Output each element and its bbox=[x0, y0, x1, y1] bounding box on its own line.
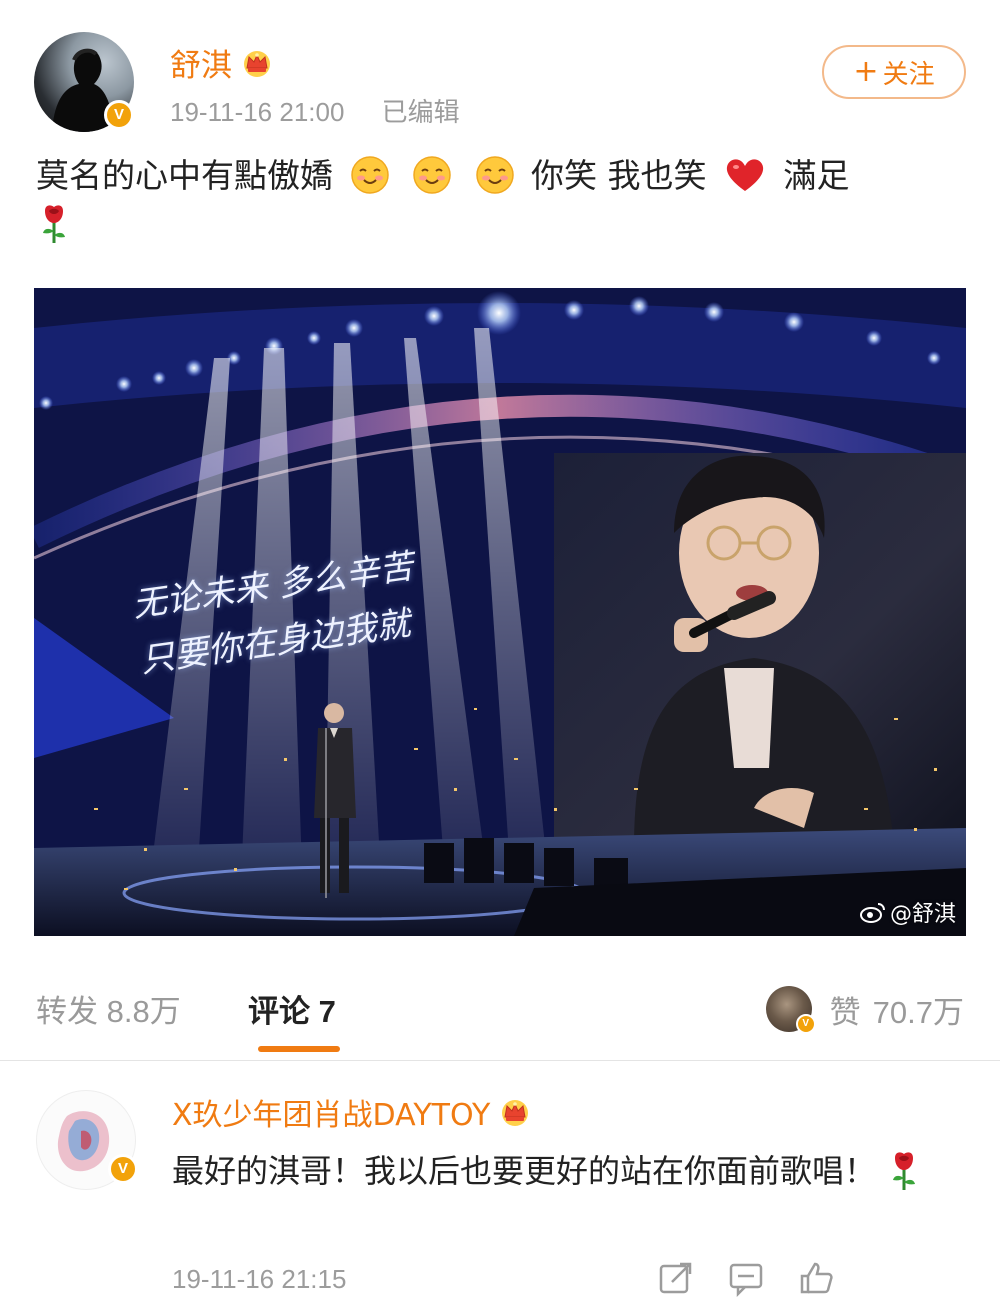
post-text-part3: 滿足 bbox=[783, 156, 850, 195]
verified-badge: V bbox=[795, 1014, 816, 1034]
rose-icon bbox=[893, 1152, 916, 1190]
follow-button[interactable]: + 关注 bbox=[822, 45, 966, 99]
comment-label: 评论 bbox=[248, 994, 310, 1029]
comment-count: 7 bbox=[318, 994, 336, 1029]
smiling-face-icon bbox=[350, 156, 389, 194]
edited-label[interactable]: 已编辑 bbox=[382, 97, 460, 127]
repost-count: 8.8万 bbox=[106, 994, 181, 1029]
red-heart-icon bbox=[726, 159, 764, 191]
repost-tab[interactable]: 转发 8.8万 bbox=[36, 986, 181, 1031]
active-tab-indicator bbox=[258, 1046, 340, 1052]
plus-icon: + bbox=[853, 54, 879, 89]
author-name[interactable]: 舒淇 bbox=[170, 40, 232, 85]
image-watermark: @舒淇 bbox=[859, 896, 956, 928]
verified-badge: V bbox=[104, 100, 134, 130]
like-label: 赞 bbox=[829, 994, 861, 1030]
post-text-part2: 你笑 我也笑 bbox=[531, 156, 707, 195]
commenter-name-row[interactable]: X玖少年团肖战DAYTOY bbox=[172, 1090, 532, 1134]
section-divider bbox=[0, 1060, 1000, 1061]
watermark-text: @舒淇 bbox=[889, 902, 956, 927]
post-text-part1: 莫名的心中有點傲嬌 bbox=[36, 156, 333, 195]
commenter-avatar[interactable]: V bbox=[36, 1090, 138, 1190]
rose-icon bbox=[43, 205, 65, 243]
like-count: 70.7万 bbox=[872, 994, 964, 1030]
smiling-face-icon bbox=[475, 156, 514, 194]
repost-label: 转发 bbox=[36, 994, 98, 1029]
commenter-name[interactable]: X玖少年团肖战DAYTOY bbox=[172, 1090, 490, 1134]
weibo-logo-icon bbox=[859, 903, 885, 923]
comment-text: 最好的淇哥！我以后也要更好的站在你面前歌唱！ bbox=[172, 1144, 942, 1198]
author-name-row[interactable]: 舒淇 bbox=[170, 40, 274, 85]
verified-badge: V bbox=[108, 1154, 138, 1184]
like-tab[interactable]: V 赞 70.7万 bbox=[765, 986, 964, 1034]
comment-timestamp: 19-11-16 21:15 bbox=[172, 1264, 347, 1294]
comment-actions bbox=[656, 1258, 836, 1298]
post-text: 莫名的心中有點傲嬌 你笑 我也笑 滿足 bbox=[36, 152, 966, 248]
crown-icon bbox=[244, 50, 270, 77]
like-icon[interactable] bbox=[796, 1258, 836, 1298]
comment-body: 最好的淇哥！我以后也要更好的站在你面前歌唱！ bbox=[172, 1152, 877, 1190]
crown-icon bbox=[502, 1100, 529, 1126]
post-timestamp: 19-11-16 21:00 bbox=[170, 97, 345, 127]
follow-label: 关注 bbox=[882, 59, 935, 90]
author-avatar[interactable]: V bbox=[34, 32, 134, 132]
post-meta: 19-11-16 21:00 已编辑 bbox=[170, 92, 460, 129]
reply-icon[interactable] bbox=[726, 1258, 766, 1298]
post-image[interactable]: 无论未来 多么辛苦 只要你在身边我就 @舒淇 bbox=[34, 288, 966, 936]
liker-avatar[interactable]: V bbox=[765, 986, 816, 1034]
share-icon[interactable] bbox=[656, 1258, 696, 1298]
comment-tab[interactable]: 评论 7 bbox=[248, 986, 336, 1031]
smiling-face-icon bbox=[413, 156, 451, 194]
